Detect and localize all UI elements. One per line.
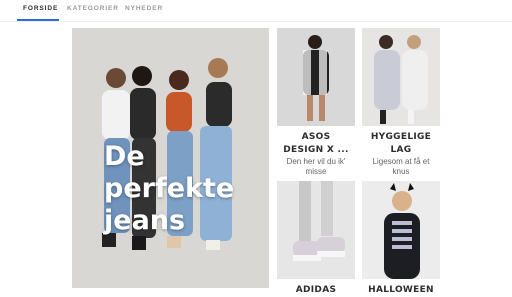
tile-title-line-1: HYGGELIGE [370, 132, 432, 142]
hero-title-line-3: jeans [104, 205, 186, 236]
tile-subtitle-line-2: misse [305, 167, 327, 176]
tile-title-line-1: HALLOWEEN [368, 285, 434, 295]
tile-title-line-1: ASOS [301, 132, 331, 142]
tile-title: HALLOWEEN [362, 284, 440, 297]
tile-title-line-2: LAG [390, 145, 412, 155]
tile-title-line-1: ADIDAS [295, 285, 337, 295]
tile-title: ADIDAS [277, 284, 355, 297]
hero-banner[interactable]: De perfekte jeans [72, 28, 269, 288]
tile-image [277, 28, 355, 126]
tile-title: HYGGELIGE LAG [362, 131, 440, 157]
tab-nyheder[interactable]: NYHEDER [125, 5, 163, 12]
hero-title-line-2: perfekte [104, 173, 235, 204]
hero-title-line-1: De [104, 141, 145, 172]
active-tab-indicator [17, 19, 59, 21]
tile-image [362, 181, 440, 279]
top-tab-bar: FORSIDE KATEGORIER NYHEDER [0, 0, 512, 22]
tile-title-line-2: DESIGN X ... [283, 145, 349, 155]
tile-image [362, 28, 440, 126]
tile-subtitle: Den her vil du ik' misse [277, 157, 355, 177]
tile-subtitle-line-1: Den her vil du ik' [286, 157, 346, 166]
hero-title: De perfekte jeans [104, 141, 264, 237]
tile-image [277, 181, 355, 279]
tile-title: ASOS DESIGN X ... [277, 131, 355, 157]
tab-kategorier[interactable]: KATEGORIER [67, 5, 119, 12]
tile-subtitle-line-1: Ligesom at få et [372, 157, 430, 166]
tab-forside[interactable]: FORSIDE [23, 5, 58, 12]
tile-subtitle-line-2: knus [392, 167, 410, 176]
tile-subtitle: Ligesom at få et knus [362, 157, 440, 177]
